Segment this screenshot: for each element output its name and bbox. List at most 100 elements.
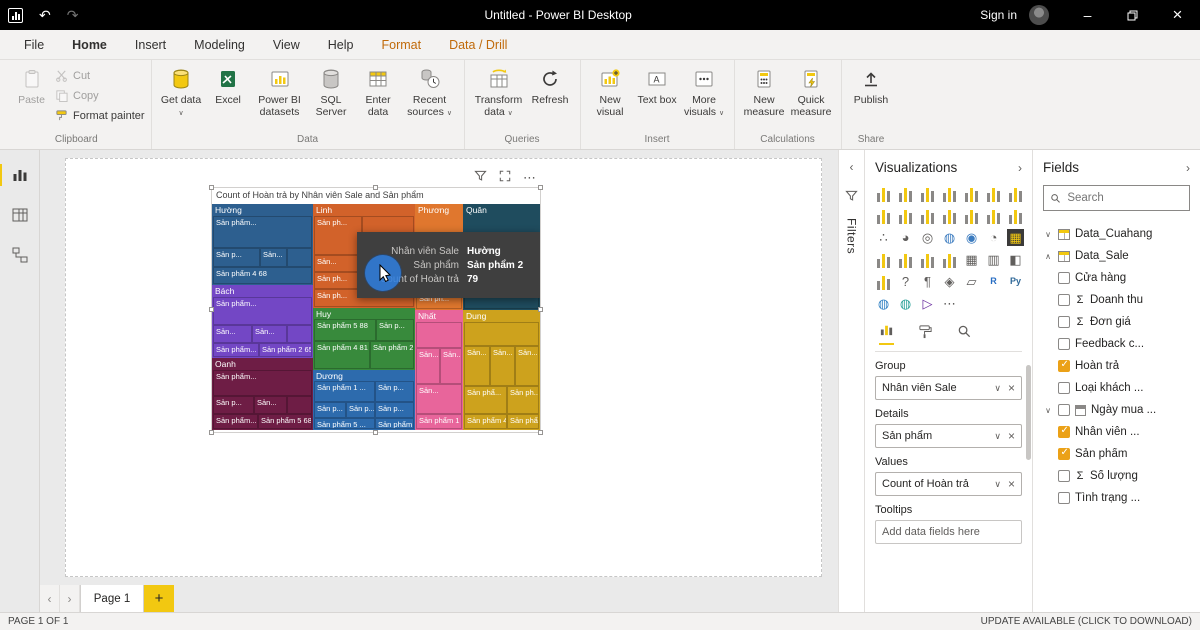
- field-Sản phẩm[interactable]: Sản phẩm: [1043, 443, 1190, 465]
- card-icon[interactable]: [875, 251, 892, 268]
- more-visuals-button[interactable]: More visuals ∨: [681, 63, 728, 118]
- collapse-fields-icon[interactable]: ›: [1186, 161, 1190, 175]
- multi-row-card-icon[interactable]: [897, 251, 914, 268]
- treemap-cell[interactable]: Sản phẩm...: [213, 216, 312, 248]
- quick-measure-button[interactable]: Quick measure: [788, 63, 835, 118]
- search-box[interactable]: [1043, 185, 1190, 211]
- transform-data-button[interactable]: Transform data ∨: [471, 63, 527, 118]
- decomposition-tree-icon[interactable]: [875, 273, 892, 290]
- key-influencers-icon[interactable]: ◧: [1007, 251, 1024, 268]
- power-apps-icon[interactable]: ▱: [963, 273, 980, 290]
- resize-handle[interactable]: [373, 185, 378, 190]
- treemap-cell[interactable]: Sản p...: [375, 402, 414, 418]
- field-checkbox[interactable]: [1058, 492, 1070, 504]
- gauge-icon[interactable]: ◔: [985, 229, 1002, 246]
- python-visual-icon[interactable]: Py: [1007, 273, 1024, 290]
- slicer-icon[interactable]: [941, 251, 958, 268]
- treemap-cell[interactable]: Sản...: [464, 346, 490, 386]
- group-well[interactable]: Nhân viên Sale ∨×: [875, 376, 1022, 400]
- treemap-cell[interactable]: Sản phẩm 5 68: [258, 414, 312, 429]
- remove-field-icon[interactable]: ×: [1008, 381, 1015, 395]
- treemap-cell[interactable]: Sản ph...: [314, 272, 362, 289]
- treemap-cell[interactable]: [287, 396, 312, 414]
- treemap-cell[interactable]: Sản...: [213, 325, 252, 343]
- resize-handle[interactable]: [209, 185, 214, 190]
- treemap-cell[interactable]: Sản phẩm...: [213, 370, 312, 396]
- close-button[interactable]: ×: [1155, 0, 1200, 30]
- enter-data-button[interactable]: Enter data: [355, 63, 402, 118]
- field-checkbox[interactable]: [1058, 360, 1070, 372]
- tab-format[interactable]: Format: [367, 30, 435, 59]
- treemap-cell[interactable]: Sản p...: [213, 248, 260, 267]
- more-options-icon[interactable]: ⋯: [523, 171, 536, 184]
- field-Tình trạng ...[interactable]: Tình trạng ...: [1043, 487, 1190, 509]
- field-Đơn giá[interactable]: ΣĐơn giá: [1043, 311, 1190, 333]
- scatter-chart-icon[interactable]: ∴: [875, 229, 892, 246]
- waterfall-chart-icon[interactable]: [985, 207, 1002, 224]
- update-available-link[interactable]: UPDATE AVAILABLE (CLICK TO DOWNLOAD): [981, 616, 1192, 627]
- field-checkbox[interactable]: [1058, 316, 1070, 328]
- treemap-cell[interactable]: Sản p...: [376, 319, 414, 341]
- treemap-cell[interactable]: Sản...: [416, 348, 440, 384]
- field-Feedback c...[interactable]: Feedback c...: [1043, 333, 1190, 355]
- qa-icon[interactable]: ?: [897, 273, 914, 290]
- treemap-cell[interactable]: Sản phẩm...: [213, 297, 312, 325]
- tab-file[interactable]: File: [10, 30, 58, 59]
- sign-in-button[interactable]: Sign in: [968, 8, 1029, 22]
- field-checkbox[interactable]: [1058, 272, 1070, 284]
- filled-map-icon[interactable]: ◉: [963, 229, 980, 246]
- field-Hoàn trả[interactable]: Hoàn trả: [1043, 355, 1190, 377]
- remove-field-icon[interactable]: ×: [1008, 429, 1015, 443]
- treemap-cell[interactable]: Sản phẩm 4 81: [314, 341, 370, 369]
- chevron-up-icon[interactable]: ∧: [1043, 252, 1053, 261]
- paste-button[interactable]: Paste: [8, 63, 55, 106]
- report-page[interactable]: ⋯ Count of Hoàn trả by Nhân viên Sale an…: [65, 158, 822, 577]
- map-icon[interactable]: ◍: [941, 229, 958, 246]
- treemap-cell[interactable]: Sản phẩm 1 ...: [507, 414, 539, 429]
- treemap-cell[interactable]: Sản...: [254, 396, 287, 414]
- new-visual-button[interactable]: New visual: [587, 63, 634, 118]
- new-measure-button[interactable]: New measure: [741, 63, 788, 118]
- treemap-cell[interactable]: [416, 322, 462, 348]
- resize-handle[interactable]: [209, 307, 214, 312]
- chevron-down-icon[interactable]: ∨: [1043, 230, 1053, 239]
- details-well[interactable]: Sản phẩm ∨×: [875, 424, 1022, 448]
- field-checkbox[interactable]: [1058, 470, 1070, 482]
- metrics-icon[interactable]: ◈: [941, 273, 958, 290]
- resize-handle[interactable]: [538, 185, 543, 190]
- field-Loại khách ...[interactable]: Loại khách ...: [1043, 377, 1190, 399]
- hundred-stacked-bar-chart-icon[interactable]: [963, 185, 980, 202]
- publish-button[interactable]: Publish: [848, 63, 895, 106]
- treemap-cell[interactable]: Sản...: [252, 325, 287, 343]
- tab-analytics[interactable]: [957, 324, 972, 345]
- report-canvas[interactable]: ⋯ Count of Hoàn trả by Nhân viên Sale an…: [40, 150, 838, 585]
- text-box-button[interactable]: A Text box: [634, 63, 681, 106]
- tab-help[interactable]: Help: [314, 30, 368, 59]
- visual-filter-icon[interactable]: [474, 170, 487, 184]
- data-view-button[interactable]: [6, 202, 34, 228]
- treemap-cell[interactable]: Sản ph...: [507, 386, 539, 414]
- treemap-cell[interactable]: Sản...: [515, 346, 539, 386]
- treemap-cell[interactable]: Sản phẩm 4 8...: [464, 414, 507, 429]
- chevron-down-icon[interactable]: ∨: [994, 383, 1001, 394]
- field-Cửa hàng[interactable]: Cửa hàng: [1043, 267, 1190, 289]
- cut-button[interactable]: Cut: [55, 67, 145, 84]
- smart-narrative-icon[interactable]: ¶: [919, 273, 936, 290]
- treemap-cell[interactable]: Sản phẩm 1 69: [416, 414, 462, 429]
- treemap-cell[interactable]: Sản...: [440, 348, 462, 384]
- field-checkbox[interactable]: [1058, 426, 1070, 438]
- hundred-stacked-column-chart-icon[interactable]: [985, 185, 1002, 202]
- arcgis-map-icon[interactable]: ◍: [875, 295, 892, 312]
- chevron-down-icon[interactable]: ∨: [1043, 406, 1053, 415]
- clustered-bar-chart-icon[interactable]: [919, 185, 936, 202]
- field-checkbox[interactable]: [1058, 404, 1070, 416]
- treemap-cell[interactable]: Sản phẩm 5 ...: [314, 418, 375, 429]
- table-Data_Sale[interactable]: ∧Data_Sale: [1043, 245, 1190, 267]
- treemap-cell[interactable]: [287, 325, 312, 343]
- stacked-bar-chart-icon[interactable]: [875, 185, 892, 202]
- field-checkbox[interactable]: [1058, 294, 1070, 306]
- tab-modeling[interactable]: Modeling: [180, 30, 259, 59]
- azure-map-icon[interactable]: ◍: [897, 295, 914, 312]
- filters-pane-collapsed[interactable]: ‹ Filters: [838, 150, 864, 612]
- expand-filters-icon[interactable]: ‹: [850, 160, 854, 174]
